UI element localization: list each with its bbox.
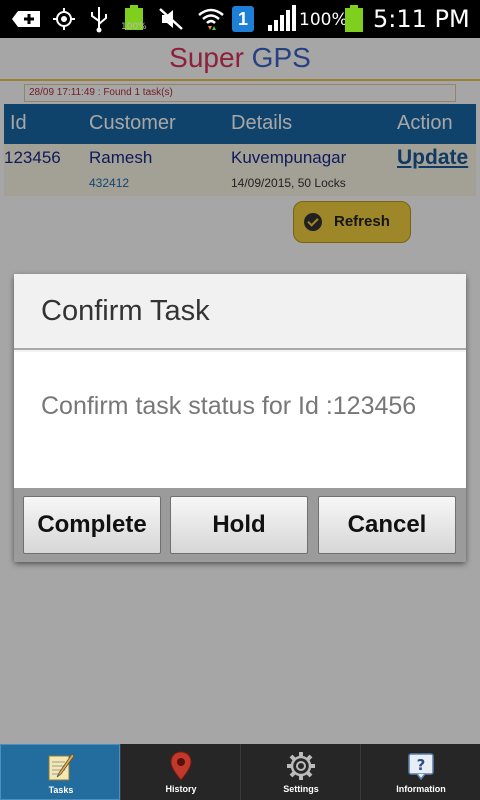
tab-information[interactable]: ? Information — [360, 744, 480, 800]
status-bar: 100% 1 100% 5:11 PM — [0, 0, 480, 38]
tab-history-label: History — [165, 784, 197, 794]
bottom-tab-bar: Tasks History Settings ? Information — [0, 744, 480, 800]
dialog-message: Confirm task status for Id :123456 — [41, 392, 417, 420]
tab-information-label: Information — [396, 784, 446, 794]
battery-percent: 100% — [299, 10, 348, 30]
confirm-task-dialog: Confirm Task Confirm task status for Id … — [14, 274, 466, 562]
sim-slot-badge: 1 — [232, 6, 254, 32]
tab-tasks[interactable]: Tasks — [0, 744, 120, 800]
tab-settings-label: Settings — [283, 784, 319, 794]
svg-text:?: ? — [417, 756, 426, 774]
tab-tasks-label: Tasks — [48, 785, 74, 795]
battery-small-label: 100% — [121, 22, 147, 32]
mute-icon — [159, 8, 183, 30]
dialog-title: Confirm Task — [41, 295, 210, 327]
usb-icon — [91, 7, 107, 33]
add-notification-icon — [12, 11, 40, 27]
complete-button[interactable]: Complete — [23, 496, 161, 554]
gear-icon — [287, 752, 315, 780]
gps-icon — [53, 8, 75, 30]
hold-button[interactable]: Hold — [170, 496, 308, 554]
help-bubble-icon: ? — [408, 753, 434, 781]
notepad-pencil-icon — [48, 753, 75, 781]
battery-icon — [345, 5, 363, 32]
sim-slot-label: 1 — [237, 9, 248, 29]
dialog-button-bar: Complete Hold Cancel — [14, 488, 466, 562]
wifi-icon — [198, 8, 224, 30]
dialog-body: Confirm task status for Id :123456 — [14, 352, 466, 488]
clock: 5:11 PM — [373, 5, 470, 33]
cancel-button[interactable]: Cancel — [318, 496, 456, 554]
map-pin-icon — [170, 751, 192, 781]
signal-icon — [268, 5, 296, 31]
tab-history[interactable]: History — [120, 744, 240, 800]
dialog-header: Confirm Task — [14, 274, 466, 350]
tab-settings[interactable]: Settings — [240, 744, 360, 800]
